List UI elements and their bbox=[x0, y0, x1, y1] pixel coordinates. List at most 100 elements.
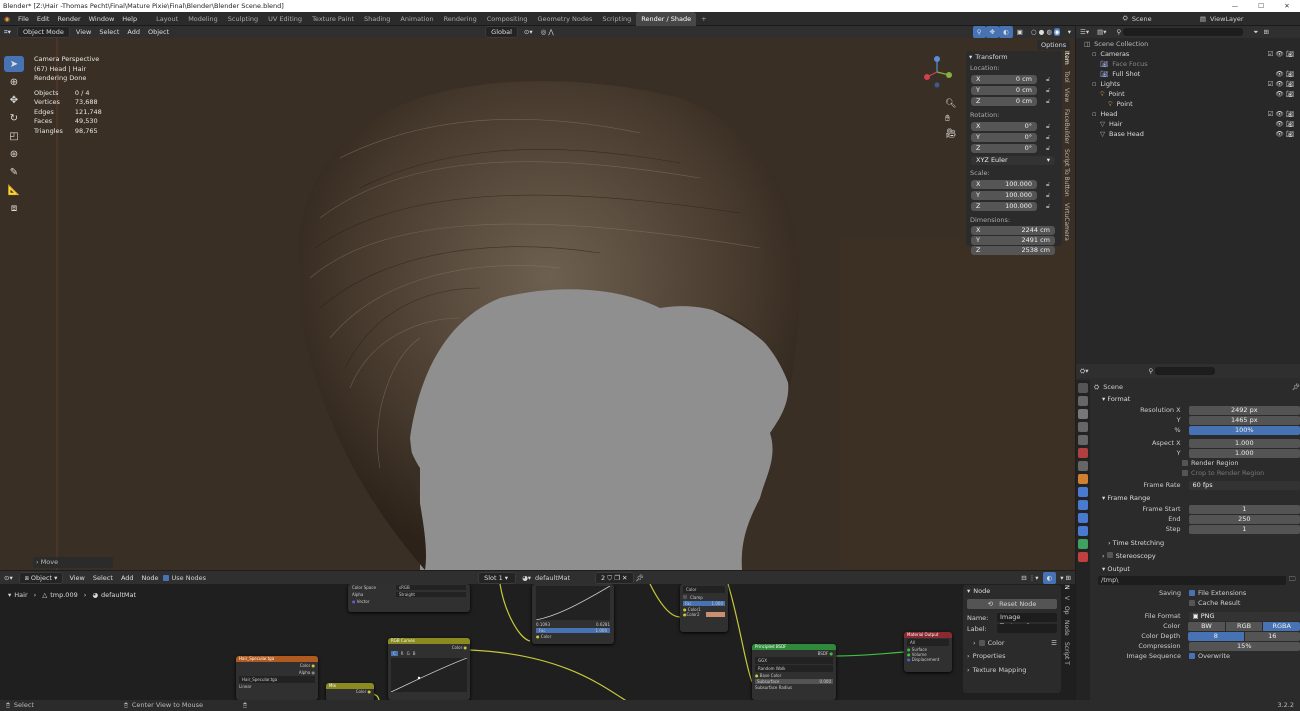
node-value[interactable]: Straight bbox=[396, 592, 466, 597]
fac-slider[interactable]: Fac 1.000 bbox=[683, 601, 725, 606]
slot-dropdown[interactable]: Slot 1 ▾ bbox=[478, 571, 517, 584]
output-section-header[interactable]: ▾ Output bbox=[1094, 564, 1300, 575]
node-value[interactable]: 0.1093 bbox=[536, 622, 550, 627]
tab-options[interactable]: Op bbox=[1063, 606, 1070, 615]
xray-icon[interactable]: ▣ bbox=[1013, 26, 1027, 38]
tab-tool[interactable]: V bbox=[1063, 596, 1070, 600]
navigation-gizmo[interactable] bbox=[920, 55, 954, 89]
menu-render[interactable]: Render bbox=[53, 12, 84, 26]
overlay-icon[interactable]: ◐ bbox=[999, 26, 1013, 38]
dimensions-y-field[interactable]: Y 2491 cm bbox=[971, 236, 1055, 245]
render-region-checkbox[interactable] bbox=[1182, 460, 1188, 466]
mode-dropdown[interactable]: Object Mode bbox=[16, 26, 70, 38]
image-selector[interactable]: Hair_Specular.tga bbox=[239, 676, 315, 683]
specular-image-node[interactable]: Hair_Specular.tga Color ● Alpha ● Hair_S… bbox=[236, 656, 318, 700]
visibility-eye-icon[interactable]: ☑ 👁︎ 📷︎ bbox=[1268, 79, 1294, 89]
scale-z-field[interactable]: Z 100.000 bbox=[971, 202, 1037, 211]
color-rgb-button[interactable]: RGB bbox=[1225, 621, 1263, 631]
outliner-item[interactable]: ▫ Head ☑ 👁︎ 📷︎ bbox=[1076, 109, 1300, 119]
breadcrumb-material[interactable]: defaultMat bbox=[101, 591, 136, 599]
data-tab-icon[interactable] bbox=[1078, 539, 1088, 549]
modifier-tab-icon[interactable] bbox=[1078, 487, 1088, 497]
frame-step-field[interactable]: 1 bbox=[1188, 524, 1300, 534]
viewlayer-selector[interactable]: ViewLayer bbox=[1210, 15, 1300, 23]
image-texture-node[interactable]: Color Space sRGB Alpha Straight ● Vector bbox=[348, 584, 470, 612]
breadcrumb-object[interactable]: Hair bbox=[14, 591, 27, 599]
material-users-field[interactable]: 2 ⛉ ❐ ✕ bbox=[595, 571, 634, 584]
menu-help[interactable]: Help bbox=[118, 12, 141, 26]
material-tab-icon[interactable] bbox=[1078, 552, 1088, 562]
render-tab-icon[interactable] bbox=[1078, 396, 1088, 406]
node-menu-node[interactable]: Node bbox=[138, 572, 163, 584]
tab-uv-editing[interactable]: UV Editing bbox=[263, 12, 307, 26]
viewport-menu-view[interactable]: View bbox=[72, 26, 95, 38]
select-box-tool-icon[interactable]: ➤ bbox=[4, 56, 24, 72]
visibility-icon[interactable]: ⚲ bbox=[972, 26, 986, 38]
lock-icon[interactable]: 🔓︎ bbox=[1046, 75, 1050, 84]
float-curve-node[interactable]: 0.1093 0.6281 Fac 1.000 ● Color bbox=[532, 584, 614, 644]
node-value[interactable]: 0.6281 bbox=[596, 622, 610, 627]
texture-mapping-section[interactable]: Texture Mapping bbox=[973, 666, 1027, 674]
visibility-eye-icon[interactable]: 👁︎ 📷︎ bbox=[1275, 129, 1294, 139]
tab-render-shade[interactable]: Render / Shade bbox=[636, 11, 697, 26]
material-output-node[interactable]: Material Output All ● Surface ● Volume ●… bbox=[904, 632, 952, 672]
rotation-y-field[interactable]: Y 0° bbox=[971, 133, 1037, 142]
scale-x-field[interactable]: X 100.000 bbox=[971, 180, 1037, 189]
tab-animation[interactable]: Animation bbox=[395, 12, 438, 26]
mix-color-node[interactable]: Color Clamp Fac 1.000 ● Color1 ● Color2 bbox=[680, 584, 728, 632]
3d-viewport[interactable] bbox=[0, 38, 1075, 570]
menu-file[interactable]: File bbox=[14, 12, 33, 26]
aspect-y-field[interactable]: 1.000 bbox=[1188, 448, 1300, 458]
scene-tab-icon[interactable] bbox=[1078, 435, 1088, 445]
color2-swatch[interactable] bbox=[705, 612, 725, 617]
viewport-menu-add[interactable]: Add bbox=[123, 26, 144, 38]
node-overlay-dropdown-icon[interactable]: ▾ ⊞ bbox=[1056, 572, 1075, 584]
transform-tool-icon[interactable]: ⊛ bbox=[4, 146, 24, 162]
outliner-item[interactable]: 💡︎ Point bbox=[1076, 99, 1300, 109]
pan-hand-icon[interactable]: ✋︎ bbox=[945, 114, 950, 124]
tab-item[interactable]: Item bbox=[1063, 51, 1070, 65]
visibility-eye-icon[interactable]: 👁︎ 📷︎ bbox=[1275, 89, 1294, 99]
constraints-tab-icon[interactable] bbox=[1078, 526, 1088, 536]
node-panel-title[interactable]: Node bbox=[973, 587, 990, 595]
color-depth-8-button[interactable]: 8 bbox=[1188, 631, 1244, 641]
location-z-field[interactable]: Z0 cm bbox=[971, 97, 1037, 106]
outliner-item[interactable]: ▫ Cameras ☑ 👁︎ 📷︎ bbox=[1076, 49, 1300, 59]
tab-scripting[interactable]: Scripting bbox=[597, 12, 636, 26]
object-tab-icon[interactable] bbox=[1078, 474, 1088, 484]
curve-widget[interactable] bbox=[390, 657, 468, 693]
lock-icon[interactable]: 🔓︎ bbox=[1046, 86, 1050, 95]
outliner-item[interactable]: ▽ Hair 👁︎ 📷︎ bbox=[1076, 119, 1300, 129]
tab-virtucamera[interactable]: VirtuCamera bbox=[1063, 203, 1070, 241]
fac-slider[interactable]: Fac 1.000 bbox=[536, 628, 610, 633]
outliner-search-input[interactable] bbox=[1123, 28, 1244, 36]
subsurface-slider[interactable]: Subsurface 0.000 bbox=[755, 679, 833, 684]
curve-widget[interactable] bbox=[535, 585, 611, 621]
lock-icon[interactable]: 🔓︎ bbox=[1046, 180, 1050, 189]
viewport-menu-object[interactable]: Object bbox=[144, 26, 173, 38]
rotation-x-field[interactable]: X 0° bbox=[971, 122, 1037, 131]
crop-checkbox[interactable] bbox=[1182, 470, 1188, 476]
channel-g-button[interactable]: G bbox=[407, 651, 410, 656]
filter-icon[interactable]: ⏷ bbox=[1253, 28, 1258, 37]
tab-compositing[interactable]: Compositing bbox=[482, 12, 533, 26]
maximize-button[interactable]: ☐ bbox=[1248, 0, 1274, 12]
overwrite-checkbox[interactable] bbox=[1189, 653, 1195, 659]
snap-icon[interactable]: ⊙▾ bbox=[520, 26, 537, 38]
node-menu-select[interactable]: Select bbox=[89, 572, 117, 584]
tool-tab-icon[interactable] bbox=[1078, 383, 1088, 393]
visibility-eye-icon[interactable]: 👁︎ 📷︎ bbox=[1275, 119, 1294, 129]
rotation-z-field[interactable]: Z 0° bbox=[971, 144, 1037, 153]
node-properties-section[interactable]: Properties bbox=[973, 652, 1006, 660]
proportional-edit-icon[interactable]: ◎ ⋀ bbox=[537, 26, 558, 38]
scene-selector[interactable]: Scene bbox=[1132, 15, 1200, 23]
tab-sculpting[interactable]: Sculpting bbox=[223, 12, 263, 26]
viewport-menu-select[interactable]: Select bbox=[95, 26, 123, 38]
lock-icon[interactable]: 🔓︎ bbox=[1046, 122, 1050, 131]
channel-b-button[interactable]: B bbox=[413, 651, 416, 656]
color-space-value[interactable]: Linear bbox=[236, 683, 318, 690]
blender-logo-icon[interactable]: ◉ bbox=[0, 15, 14, 23]
tab-geometry-nodes[interactable]: Geometry Nodes bbox=[533, 12, 598, 26]
outliner-item[interactable]: 📷︎ Face Focus bbox=[1076, 59, 1300, 69]
editor-type-icon[interactable]: ⌗▾ bbox=[0, 26, 15, 38]
